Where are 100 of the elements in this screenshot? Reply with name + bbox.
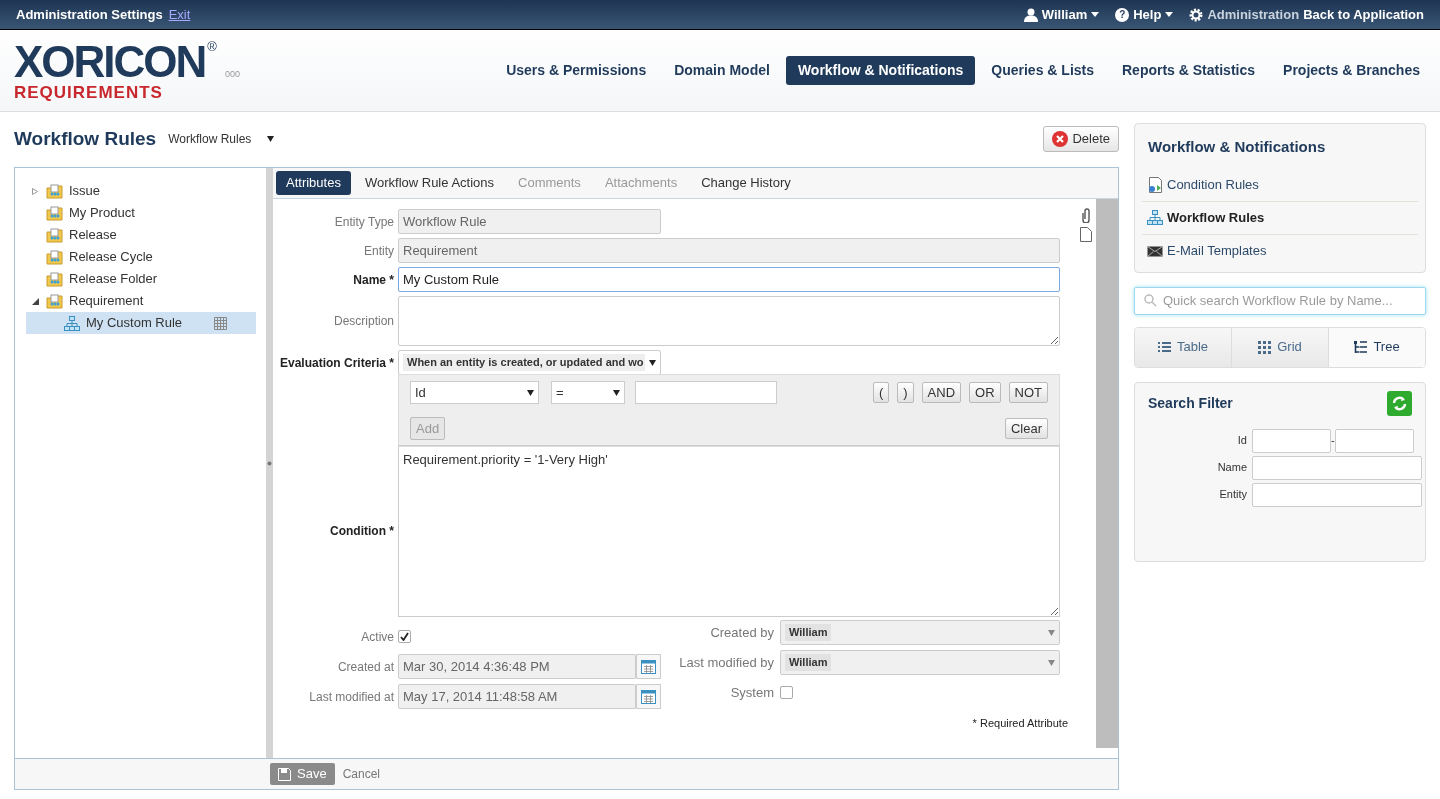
caret-icon [1091,12,1100,17]
exit-link[interactable]: Exit [168,4,191,25]
card-title: Search Filter [1148,393,1233,413]
input-field[interactable] [1252,482,1422,507]
page-title: Workflow Rules [14,126,157,151]
tree-item[interactable]: Issue [26,180,256,202]
operator-button[interactable]: ) [897,382,914,403]
input-field[interactable] [1252,428,1331,453]
field-label: Active [360,628,395,646]
calendar-icon [641,689,656,704]
clear-button[interactable]: Clear [1004,418,1048,439]
field-label: Evaluation Criteria * [278,354,395,372]
operator-button[interactable]: ( [872,382,890,403]
grid-icon [1258,340,1272,354]
operator-button[interactable]: AND [921,382,962,403]
field-label: System [729,683,775,702]
tab-label[interactable]: Workflow Rule Actions [354,171,504,195]
user-menu[interactable]: William [1023,4,1100,25]
caret-icon [1048,629,1055,636]
calendar-button[interactable] [636,654,661,679]
version-label: 000 [224,67,240,81]
registered-mark: ® [207,40,217,53]
operator-button[interactable]: NOT [1008,382,1048,403]
view-toggle[interactable]: Grid [1231,327,1328,367]
nav-tab[interactable]: Reports & Statistics [1110,56,1268,85]
tree-item[interactable]: My Custom Rule [26,312,256,334]
caret-icon [1165,12,1174,17]
checkmark-icon [400,632,409,641]
dropdown[interactable]: William [780,650,1060,675]
tree-item[interactable]: Requirement [26,290,256,312]
expand-triangle-icon [32,187,39,195]
delete-button[interactable]: Delete [1043,126,1119,152]
calendar-button[interactable] [636,684,661,709]
input-field[interactable] [1334,428,1414,453]
view-toggle[interactable]: Table [1135,327,1231,367]
text-area[interactable] [398,296,1060,346]
field-label: Name * [352,271,395,289]
tree-item[interactable]: My Product [26,202,256,224]
field-label: Created by [709,623,775,642]
tab[interactable]: Attributes [276,171,351,195]
nav-tab[interactable]: Projects & Branches [1271,56,1432,85]
sidebar-item[interactable]: E-Mail Templates [1142,234,1418,268]
grid-icon [214,316,228,330]
required-note: * Required Attribute [972,716,1068,731]
tree-item[interactable]: Release Cycle [26,246,256,268]
dropdown[interactable]: Id [410,381,539,404]
tree-icon [1354,340,1368,354]
operator-button[interactable]: OR [969,382,1001,403]
nav-tab[interactable]: Domain Model [662,56,782,85]
field-label: Condition * [329,523,395,540]
field-label: Last modified at [308,688,395,706]
tab-label[interactable]: Change History [691,171,801,195]
sidebar-item[interactable]: Condition Rules [1142,168,1418,202]
document-icon [1147,176,1163,193]
tree-item[interactable]: Release Folder [26,268,256,290]
help-menu[interactable]: ? Help [1115,4,1174,25]
caret-icon [267,136,275,142]
field-label: Entity [363,242,395,260]
nav-tab[interactable]: Workflow & Notifications [785,56,976,85]
list-icon [1157,340,1171,354]
input-field[interactable]: My Custom Rule [398,267,1060,292]
gear-icon [1189,7,1204,22]
refresh-button[interactable] [1387,390,1412,416]
input-field[interactable] [635,381,777,404]
view-toggle[interactable]: Tree [1328,327,1425,367]
nav-tab[interactable]: Users & Permissions [494,56,659,85]
checkbox[interactable] [780,686,793,699]
tab-label: Attachments [603,174,679,193]
input-field[interactable] [1252,455,1422,480]
folder-icon [46,205,63,221]
dropdown[interactable]: William [780,620,1060,645]
admin-label: Administration [1207,5,1300,24]
dropdown[interactable]: = [551,381,625,404]
field-label: Description [332,313,395,330]
folder-icon [46,249,63,265]
field-label: Name [1216,460,1248,476]
folder-icon [46,183,63,199]
refresh-icon [1392,395,1407,411]
caret-icon [613,389,620,396]
field-label: Entity [1218,487,1248,503]
help-icon: ? [1115,7,1130,22]
cancel-link[interactable]: Cancel [342,765,380,783]
nav-tab[interactable]: Queries & Lists [979,56,1106,85]
card-title: Workflow & Notifications [1147,137,1327,157]
delete-icon [1052,131,1069,147]
sidebar-item[interactable]: Workflow Rules [1142,201,1418,235]
condition-text-area[interactable]: Requirement.priority = '1-Very High' [398,445,1060,617]
scrollbar[interactable] [1096,199,1118,748]
tree-item[interactable]: Release [26,224,256,246]
grip-icon [267,460,272,466]
view-selector[interactable]: Workflow Rules [168,130,275,148]
splitter-handle[interactable] [266,168,273,758]
logo-subtitle: REQUIREMENTS [14,84,164,101]
document-icon [1080,227,1092,242]
range-separator: - [1331,433,1335,449]
back-to-application-link[interactable]: Back to Application [1303,4,1424,25]
caret-icon [527,389,534,396]
search-field[interactable]: Quick search Workflow Rule by Name... [1134,286,1426,315]
field-label: Id [1236,433,1248,449]
checkbox[interactable] [398,630,411,643]
